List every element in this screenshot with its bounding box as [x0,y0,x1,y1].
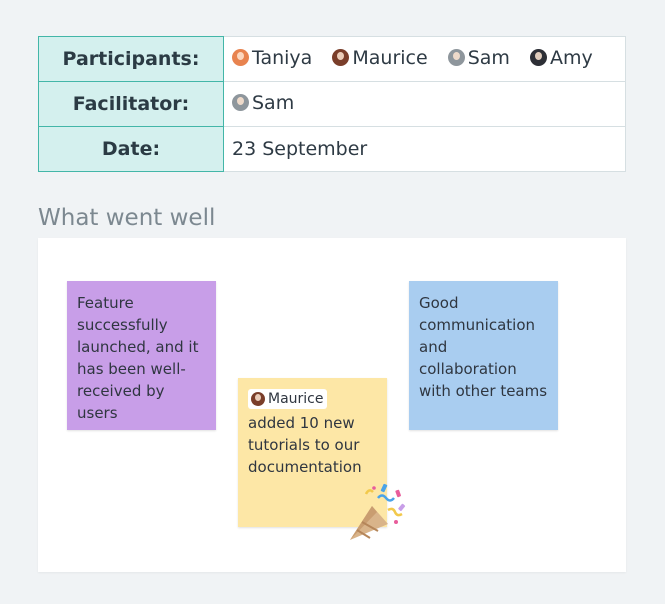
sticky-text: Good communication and collaboration wit… [419,294,548,400]
mention-chip[interactable]: Maurice [248,389,327,409]
participant-amy[interactable]: Amy [529,46,593,69]
section-title: What went well [38,205,216,231]
participant-name: Sam [467,46,510,69]
date-row: Date: 23 September [38,126,626,172]
participant-name: Taniya [252,46,313,69]
avatar [529,49,547,67]
participant-maurice[interactable]: Maurice [332,46,428,69]
participant-taniya[interactable]: Taniya [232,47,312,69]
participants-label: Participants: [38,36,224,82]
avatar [332,49,350,67]
avatar [251,392,265,406]
avatar [232,49,249,67]
party-popper-icon [350,483,406,540]
mention-name: Maurice [268,391,324,407]
participant-sam[interactable]: Sam [447,46,510,69]
avatar [232,94,249,112]
participant-name: Amy [549,46,593,69]
facilitator-sam[interactable]: Sam [232,92,294,114]
facilitator-row: Facilitator: Sam [38,81,626,127]
sticky-text: Feature successfully launched, and it ha… [77,294,199,422]
avatar [447,49,465,67]
sticky-note-blue[interactable]: Good communication and collaboration wit… [409,281,558,430]
meeting-info-table: Participants: Taniya Maurice Sam Amy Fac… [38,36,626,172]
participants-value: Taniya Maurice Sam Amy [223,36,626,82]
participants-row: Participants: Taniya Maurice Sam Amy [38,36,626,82]
date-label: Date: [38,126,224,172]
sticky-note-purple[interactable]: Feature successfully launched, and it ha… [67,281,216,430]
whiteboard[interactable]: Feature successfully launched, and it ha… [38,238,626,572]
sticky-text: added 10 new tutorials to our documentat… [248,414,362,476]
facilitator-label: Facilitator: [38,81,224,127]
date-value[interactable]: 23 September [223,126,626,172]
participant-name: Maurice [352,46,428,69]
facilitator-value: Sam [223,81,626,127]
facilitator-name: Sam [252,91,295,114]
